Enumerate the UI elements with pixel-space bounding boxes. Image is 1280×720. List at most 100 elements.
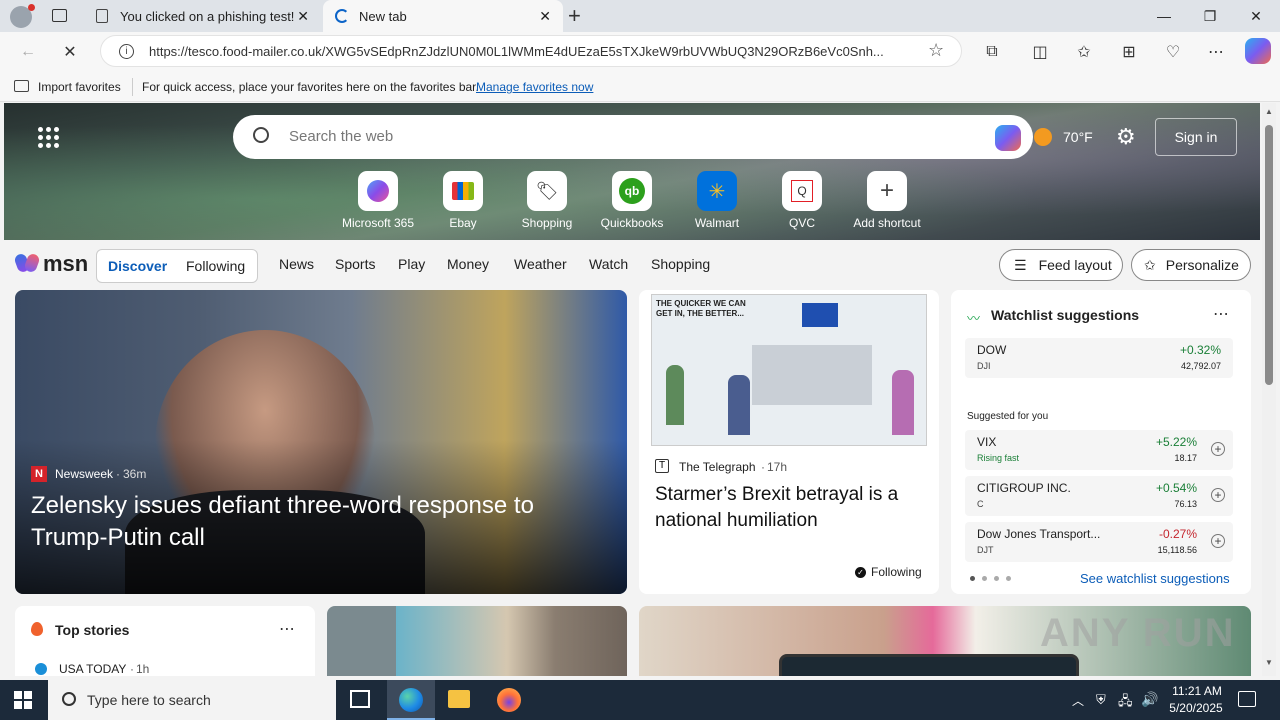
- following-label[interactable]: Following: [871, 565, 922, 579]
- title-bar: You clicked on a phishing test! ✕ New ta…: [0, 0, 1280, 32]
- watchlist-row-vix[interactable]: VIX Rising fast +5.22% 18.17 +: [965, 430, 1233, 470]
- watchlist-row-dow-transport[interactable]: Dow Jones Transport... DJT -0.27% 15,118…: [965, 522, 1233, 562]
- shortcut-quickbooks[interactable]: qb Quickbooks: [592, 171, 672, 230]
- nav-play[interactable]: Play: [398, 256, 425, 272]
- see-watchlist-link[interactable]: See watchlist suggestions: [1080, 571, 1230, 586]
- task-view-icon[interactable]: [350, 690, 370, 708]
- copilot-icon[interactable]: [1245, 38, 1271, 64]
- shortcut-shopping[interactable]: 🏷 Shopping: [507, 171, 587, 230]
- add-to-watchlist-icon[interactable]: +: [1211, 442, 1225, 456]
- story-source: Newsweek: [55, 467, 114, 481]
- shortcut-ebay[interactable]: Ebay: [423, 171, 503, 230]
- search-box[interactable]: Search the web: [233, 115, 1033, 159]
- story-headline[interactable]: Starmer’s Brexit betrayal is a national …: [655, 482, 927, 534]
- clock-time[interactable]: 11:21 AM: [1170, 684, 1224, 698]
- manage-favorites-link[interactable]: Manage favorites now: [476, 80, 593, 94]
- watchlist-row-dow[interactable]: DOW DJI +0.32% 42,792.07: [965, 338, 1233, 378]
- browser-essentials-icon[interactable]: ♡: [1161, 40, 1185, 64]
- nav-sports[interactable]: Sports: [335, 256, 375, 272]
- shortcut-qvc[interactable]: Q QVC: [762, 171, 842, 230]
- clock-date[interactable]: 5/20/2025: [1166, 701, 1226, 715]
- add-to-watchlist-icon[interactable]: +: [1211, 534, 1225, 548]
- shortcut-label: Quickbooks: [600, 216, 664, 230]
- stop-loading-icon[interactable]: ✕: [58, 40, 82, 64]
- favorites-icon[interactable]: ✩: [1072, 40, 1096, 64]
- feed-layout-button[interactable]: ☰ Feed layout: [999, 249, 1123, 281]
- second-story-card[interactable]: THE QUICKER WE CAN GET IN, THE BETTER...…: [639, 290, 939, 594]
- favorite-star-icon[interactable]: ☆: [928, 40, 944, 61]
- more-options-icon[interactable]: ⋯: [279, 619, 295, 639]
- volume-icon[interactable]: 🔊: [1141, 691, 1158, 708]
- taskbar-edge[interactable]: [387, 680, 435, 720]
- story-headline[interactable]: Zelensky issues defiant three-word respo…: [31, 490, 591, 554]
- minimize-button[interactable]: —: [1141, 0, 1187, 32]
- profile-avatar-icon[interactable]: [10, 4, 35, 28]
- msn-logo[interactable]: msn: [43, 251, 88, 277]
- network-icon[interactable]: 🖧: [1118, 692, 1133, 714]
- nav-news[interactable]: News: [279, 256, 314, 272]
- tab-actions-icon[interactable]: [52, 9, 67, 22]
- address-bar[interactable]: i https://tesco.food-mailer.co.uk/XWG5vS…: [100, 35, 962, 67]
- scroll-thumb[interactable]: [1265, 125, 1273, 385]
- firefox-icon[interactable]: [497, 688, 521, 712]
- back-arrow-icon[interactable]: ←: [16, 40, 40, 64]
- watchlist-row-citigroup[interactable]: CITIGROUP INC. C +0.54% 76.13 +: [965, 476, 1233, 516]
- scroll-up-arrow-icon[interactable]: ▲: [1265, 107, 1273, 116]
- personalize-button[interactable]: ✩ Personalize: [1131, 249, 1251, 281]
- nav-watch[interactable]: Watch: [589, 256, 628, 272]
- close-window-button[interactable]: ✕: [1233, 0, 1279, 32]
- stock-change: +0.54%: [1155, 481, 1197, 495]
- nav-money[interactable]: Money: [447, 256, 489, 272]
- file-explorer-icon[interactable]: [448, 690, 470, 708]
- sparkle-star-icon: ✩: [1144, 256, 1156, 273]
- close-tab-icon[interactable]: ✕: [297, 8, 309, 25]
- security-tray-icon[interactable]: ⛨: [1096, 692, 1106, 708]
- carousel-dot[interactable]: [1006, 576, 1011, 581]
- weather-temp[interactable]: 70°F: [1063, 129, 1093, 145]
- scroll-down-arrow-icon[interactable]: ▼: [1265, 658, 1273, 667]
- nav-shopping[interactable]: Shopping: [651, 256, 710, 272]
- plus-icon: +: [867, 171, 907, 211]
- add-shortcut-button[interactable]: + Add shortcut: [847, 171, 927, 230]
- import-favorites-link[interactable]: Import favorites: [38, 80, 121, 94]
- more-options-icon[interactable]: ⋯: [1213, 304, 1229, 324]
- favorites-hint: For quick access, place your favorites h…: [142, 80, 479, 94]
- close-tab-icon[interactable]: ✕: [539, 8, 551, 25]
- site-info-icon[interactable]: i: [119, 44, 134, 59]
- resort-photo-card[interactable]: [327, 606, 627, 676]
- shortcut-microsoft-365[interactable]: Microsoft 365: [338, 171, 418, 230]
- shortcut-walmart[interactable]: ✳ Walmart: [677, 171, 757, 230]
- tab-new-tab[interactable]: New tab ✕: [323, 0, 563, 32]
- extensions-icon[interactable]: ⧉: [980, 40, 1004, 64]
- new-tab-plus-icon[interactable]: +: [568, 3, 581, 29]
- windows-start-icon[interactable]: [14, 691, 32, 709]
- split-screen-icon[interactable]: ◫: [1028, 40, 1052, 64]
- stock-sub: C: [977, 499, 984, 509]
- story-dot: ·: [130, 662, 134, 676]
- carousel-dot[interactable]: [970, 576, 975, 581]
- page-scrollbar[interactable]: ▲ ▼: [1262, 103, 1276, 676]
- apps-launcher-icon[interactable]: [38, 127, 59, 148]
- notifications-icon[interactable]: [1238, 691, 1256, 707]
- divider: [132, 78, 133, 96]
- settings-more-icon[interactable]: ⋯: [1204, 40, 1228, 64]
- nav-weather[interactable]: Weather: [514, 256, 567, 272]
- taskbar-search-box[interactable]: Type here to search: [48, 680, 336, 720]
- hero-story-card[interactable]: N Newsweek · 36m Zelensky issues defiant…: [15, 290, 627, 594]
- qvc-icon: Q: [782, 171, 822, 211]
- add-to-watchlist-icon[interactable]: +: [1211, 488, 1225, 502]
- restore-button[interactable]: ❐: [1187, 0, 1233, 32]
- collections-icon[interactable]: ⊞: [1117, 40, 1141, 64]
- walmart-icon: ✳: [697, 171, 737, 211]
- tab-following[interactable]: Following: [186, 258, 245, 274]
- copilot-search-icon[interactable]: [995, 125, 1021, 151]
- tab-phishing[interactable]: You clicked on a phishing test! ✕: [84, 0, 321, 32]
- show-hidden-icons-chevron[interactable]: ︿: [1072, 692, 1084, 709]
- carousel-dot[interactable]: [982, 576, 987, 581]
- search-icon: [253, 127, 269, 143]
- url-text[interactable]: https://tesco.food-mailer.co.uk/XWG5vSEd…: [149, 44, 914, 59]
- carousel-dot[interactable]: [994, 576, 999, 581]
- tab-discover[interactable]: Discover: [108, 258, 167, 274]
- sign-in-button[interactable]: Sign in: [1155, 118, 1237, 156]
- page-settings-gear-icon[interactable]: ⚙: [1116, 124, 1136, 150]
